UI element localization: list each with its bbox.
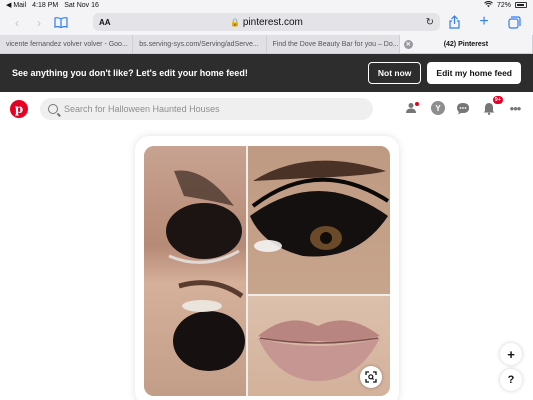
tab-title: (42) Pinterest xyxy=(443,40,489,48)
avatar[interactable]: Y xyxy=(431,101,445,115)
tabs-overview-icon[interactable] xyxy=(503,13,525,31)
tab-bar: vicente fernandez volver volver - Goo...… xyxy=(0,35,533,54)
close-tab-icon[interactable]: ✕ xyxy=(403,39,413,49)
more-options-icon[interactable]: ••• xyxy=(507,100,523,116)
edit-feed-banner: See anything you don't like? Let's edit … xyxy=(0,54,533,92)
pin-image[interactable] xyxy=(144,146,390,396)
wifi-icon xyxy=(484,0,493,10)
collage-divider xyxy=(248,294,390,296)
people-icon[interactable] xyxy=(405,100,421,116)
back-chevron-icon[interactable]: ‹ xyxy=(6,14,28,32)
help-button[interactable]: ? xyxy=(500,369,522,391)
pin-card[interactable] xyxy=(135,136,399,400)
tab-vicente[interactable]: vicente fernandez volver volver - Goo... xyxy=(0,35,134,53)
address-bar[interactable]: AA 🔒 pinterest.com ↻ xyxy=(93,13,440,31)
not-now-button[interactable]: Not now xyxy=(367,62,422,84)
search-input[interactable]: Search for Halloween Haunted Houses xyxy=(40,98,373,120)
search-icon xyxy=(48,104,58,114)
forward-chevron-icon[interactable]: › xyxy=(28,14,50,32)
battery-percent: 72% xyxy=(496,1,511,9)
messages-icon[interactable] xyxy=(455,100,471,116)
tab-dove[interactable]: Find the Dove Beauty Bar for you – Do... xyxy=(267,35,400,53)
status-date: Sat Nov 16 xyxy=(64,1,99,9)
share-icon[interactable] xyxy=(443,13,465,31)
pinterest-header: p Search for Halloween Haunted Houses Y … xyxy=(0,92,533,126)
tab-title: vicente fernandez volver volver - Goo... xyxy=(6,40,128,48)
eye-closeup-right-image xyxy=(248,146,390,294)
eye-closeup-left-image xyxy=(144,146,246,396)
add-pin-button[interactable]: + xyxy=(500,343,522,365)
search-placeholder: Search for Halloween Haunted Houses xyxy=(64,104,220,114)
visual-search-lens-icon[interactable] xyxy=(360,366,382,388)
edit-home-feed-button[interactable]: Edit my home feed xyxy=(427,62,521,84)
browser-toolbar: ‹ › AA 🔒 pinterest.com ↻ + xyxy=(0,10,533,35)
new-tab-plus-icon[interactable]: + xyxy=(473,13,495,31)
notification-badge: 9+ xyxy=(492,96,503,104)
status-time: 4:18 PM xyxy=(32,1,59,9)
url-value: pinterest.com xyxy=(242,16,303,28)
bookmarks-icon[interactable] xyxy=(50,14,72,32)
pinterest-logo-icon[interactable]: p xyxy=(10,100,28,118)
banner-message: See anything you don't like? Let's edit … xyxy=(12,68,248,78)
tab-title: Find the Dove Beauty Bar for you – Do... xyxy=(272,40,399,48)
collage-divider xyxy=(246,146,248,396)
notifications-bell-icon[interactable]: 9+ xyxy=(481,96,503,116)
tab-title: bs.serving-sys.com/Serving/adServe... xyxy=(139,40,259,48)
battery-icon xyxy=(515,2,527,8)
tab-serving-sys[interactable]: bs.serving-sys.com/Serving/adServe... xyxy=(133,35,267,53)
status-bar: ◀ Mail 4:18 PM Sat Nov 16 72% xyxy=(0,0,533,10)
lock-icon: 🔒 xyxy=(230,17,241,27)
back-to-app-link[interactable]: ◀ Mail xyxy=(6,1,26,9)
tab-pinterest[interactable]: ✕ (42) Pinterest xyxy=(399,35,533,53)
url-text: 🔒 pinterest.com xyxy=(93,17,440,28)
